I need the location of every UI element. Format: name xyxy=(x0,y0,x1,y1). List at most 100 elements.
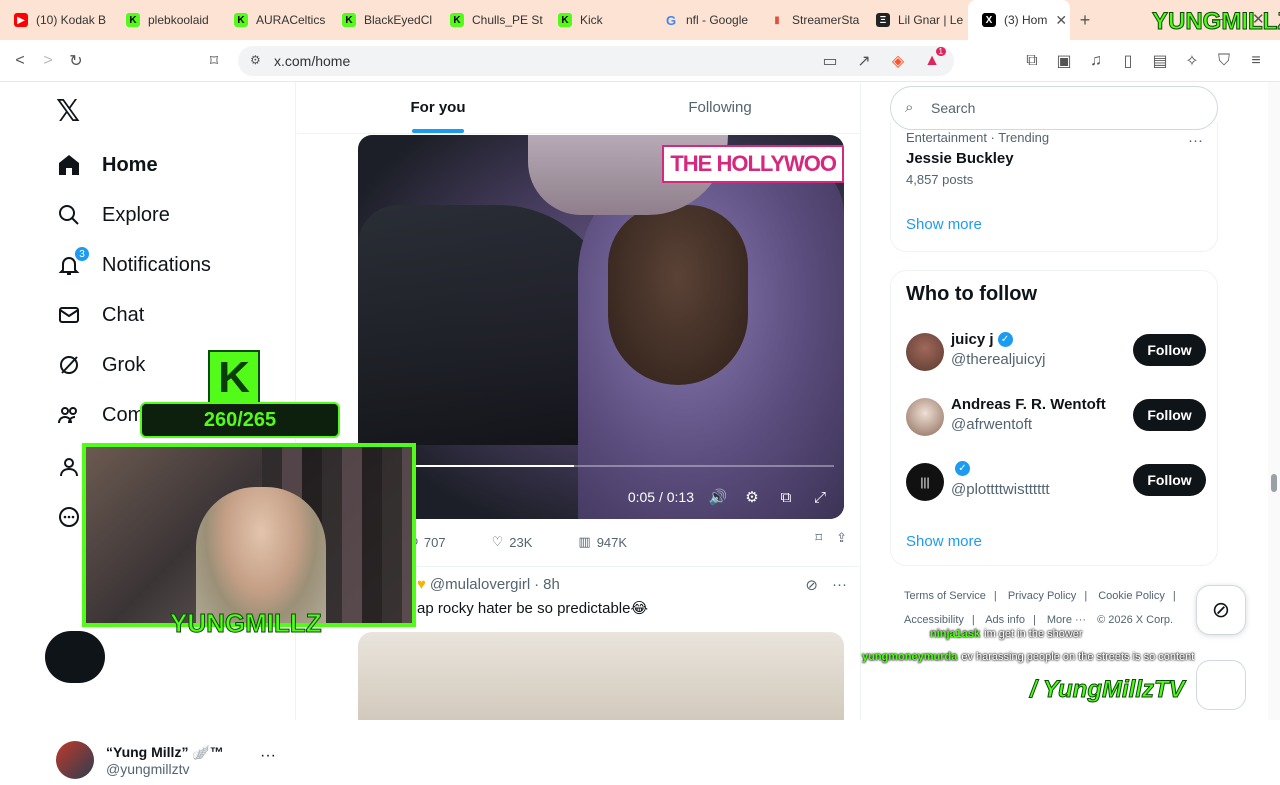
browser-tab[interactable]: Ξ Lil Gnar | Le xyxy=(862,0,968,40)
like-count: 23K xyxy=(509,534,533,550)
chat-user: yungmoneymurda xyxy=(862,651,958,663)
tab-label: StreamerSta xyxy=(792,13,860,27)
show-more-link[interactable]: Show more xyxy=(906,533,982,550)
follow-button[interactable]: Follow xyxy=(1133,334,1206,366)
trend-name[interactable]: Jessie Buckley xyxy=(906,150,1014,167)
back-icon[interactable]: < xyxy=(6,47,34,75)
browser-tab[interactable]: K Chulls_PE St xyxy=(436,0,544,40)
like-button[interactable]: ♡ 23K xyxy=(492,534,533,550)
genius-icon: Ξ xyxy=(876,13,890,27)
volume-icon[interactable]: 🔊 xyxy=(708,487,728,507)
close-tab-icon[interactable]: ✕ xyxy=(1055,12,1067,29)
follow-button[interactable]: Follow xyxy=(1133,399,1206,431)
more-icon[interactable]: ··· xyxy=(1188,132,1203,149)
bookmark-tweet-icon[interactable]: ⌑ xyxy=(815,530,822,546)
share-tweet-icon[interactable]: ⇪ xyxy=(836,530,847,546)
browser-tab[interactable]: K BlackEyedCl xyxy=(328,0,436,40)
browser-tab[interactable]: ▶ (10) Kodak B xyxy=(0,0,112,40)
video-progress-bar[interactable] xyxy=(414,465,834,467)
nav-notifications[interactable]: 3 Notifications xyxy=(56,246,211,278)
nav-explore[interactable]: Explore xyxy=(56,202,170,228)
vpn-icon[interactable]: ⛉ xyxy=(1210,47,1238,75)
suggested-user[interactable]: juicy j ✓ @therealjuicyj Follow xyxy=(906,331,1206,379)
avatar: ||| xyxy=(906,463,944,501)
video-player[interactable]: THE HOLLYWOO 0:05 / 0:13 🔊 ⚙ ⧉ ⤢ xyxy=(358,135,844,519)
scrollbar[interactable] xyxy=(1268,82,1280,720)
browser-tab-active[interactable]: X (3) Hom ✕ xyxy=(968,0,1070,40)
forward-icon[interactable]: > xyxy=(34,47,62,75)
nav-profile[interactable] xyxy=(56,454,82,480)
site-settings-icon[interactable]: ⚙ xyxy=(250,53,261,67)
webcam-streamer xyxy=(196,487,326,623)
screenshot-icon[interactable]: ▣ xyxy=(1050,47,1078,75)
avatar xyxy=(906,333,944,371)
footer-link[interactable]: Privacy Policy xyxy=(1008,590,1076,602)
extensions-icon[interactable]: ⧉ xyxy=(1018,47,1046,75)
grok-icon[interactable]: ⊘ xyxy=(805,576,818,594)
suggested-user[interactable]: Andreas F. R. Wentoft @afrwentoft Follow xyxy=(906,396,1206,444)
brave-rewards-icon[interactable]: ▲ 1 xyxy=(918,47,946,75)
x-logo-icon[interactable]: 𝕏 xyxy=(56,94,80,129)
fullscreen-icon[interactable]: ⤢ xyxy=(810,487,830,507)
sub-goal-count: 260/265 xyxy=(140,402,340,438)
chat-user: ninja1ask xyxy=(930,628,981,640)
tab-for-you[interactable]: For you xyxy=(297,82,579,133)
footer-link[interactable]: More ··· xyxy=(1047,614,1086,626)
reload-icon[interactable]: ↻ xyxy=(62,47,90,75)
nav-communities[interactable]: Com xyxy=(56,402,144,428)
nav-label: Home xyxy=(102,153,158,176)
tweet-media[interactable] xyxy=(358,632,844,720)
post-button[interactable] xyxy=(45,631,105,683)
footer-link[interactable]: Terms of Service xyxy=(904,590,986,602)
more-icon[interactable]: ··· xyxy=(832,576,847,594)
footer-link[interactable]: Ads info xyxy=(985,614,1025,626)
follow-button[interactable]: Follow xyxy=(1133,464,1206,496)
more-icon[interactable]: ··· xyxy=(260,747,276,765)
avatar xyxy=(56,741,94,779)
settings-icon[interactable]: ⚙ xyxy=(742,487,762,507)
browser-tab[interactable]: ▮ StreamerSta xyxy=(756,0,862,40)
sidebar-icon[interactable]: ▯ xyxy=(1114,47,1142,75)
avatar xyxy=(906,398,944,436)
new-tab-button[interactable]: + xyxy=(1070,10,1100,31)
browser-tab[interactable]: K AURACeltics xyxy=(220,0,328,40)
verified-icon: ✓ xyxy=(955,461,970,476)
tab-following[interactable]: Following xyxy=(579,82,860,133)
browser-tab[interactable]: K Kick xyxy=(544,0,650,40)
messages-floating-button[interactable] xyxy=(1196,660,1246,710)
cast-icon[interactable]: ▭ xyxy=(816,47,844,75)
leo-icon[interactable]: ✧ xyxy=(1178,47,1206,75)
nav-grok[interactable]: Grok xyxy=(56,352,145,378)
address-bar[interactable]: ⚙ x.com/home ▭ ↗ ◈ ▲ 1 xyxy=(238,46,954,76)
brave-shield-icon[interactable]: ◈ xyxy=(884,47,912,75)
kick-icon: K xyxy=(558,13,572,27)
grok-floating-button[interactable]: ⊘ xyxy=(1196,585,1246,635)
views-button[interactable]: ▥ 947K xyxy=(578,534,627,550)
show-more-link[interactable]: Show more xyxy=(906,216,982,233)
nav-chat[interactable]: Chat xyxy=(56,302,144,328)
nav-home[interactable]: Home xyxy=(56,152,158,178)
media-icon[interactable]: ♫ xyxy=(1082,47,1110,75)
account-switcher[interactable]: “Yung Millz” 🪽™ @yungmillztv ··· xyxy=(56,735,286,785)
views-icon: ▥ xyxy=(578,534,591,549)
share-icon[interactable]: ↗ xyxy=(850,47,878,75)
suggested-user[interactable]: ||| ✓ @plottttwistttttt Follow xyxy=(906,461,1206,509)
wallet-icon[interactable]: ▤ xyxy=(1146,47,1174,75)
browser-tab[interactable]: Kplebkoolaid xyxy=(112,0,220,40)
browser-tab[interactable]: Gnfl - Google xyxy=(650,0,756,40)
scrollbar-thumb[interactable] xyxy=(1271,474,1277,492)
footer-link[interactable]: Cookie Policy xyxy=(1098,590,1165,602)
chart-icon: ▮ xyxy=(774,14,780,26)
nav-more[interactable] xyxy=(56,504,82,530)
user-name: Andreas F. R. Wentoft xyxy=(951,396,1106,413)
search-input[interactable]: ⌕ Search xyxy=(890,86,1218,130)
notification-badge: 3 xyxy=(74,246,90,262)
menu-icon[interactable]: ≡ xyxy=(1242,47,1270,75)
tweet-handle[interactable]: @mulalovergirl xyxy=(430,576,530,593)
nav-label: Chat xyxy=(102,303,145,326)
footer-link[interactable]: Accessibility xyxy=(904,614,964,626)
tweet[interactable]: ♥ @mulalovergirl · 8h ap rocky hater be so … xyxy=(417,576,847,617)
pip-icon[interactable]: ⧉ xyxy=(776,487,796,507)
who-to-follow-card: Who to follow juicy j ✓ @therealjuicyj Fo… xyxy=(890,270,1218,566)
bookmark-icon[interactable]: ⌑ xyxy=(200,47,228,75)
